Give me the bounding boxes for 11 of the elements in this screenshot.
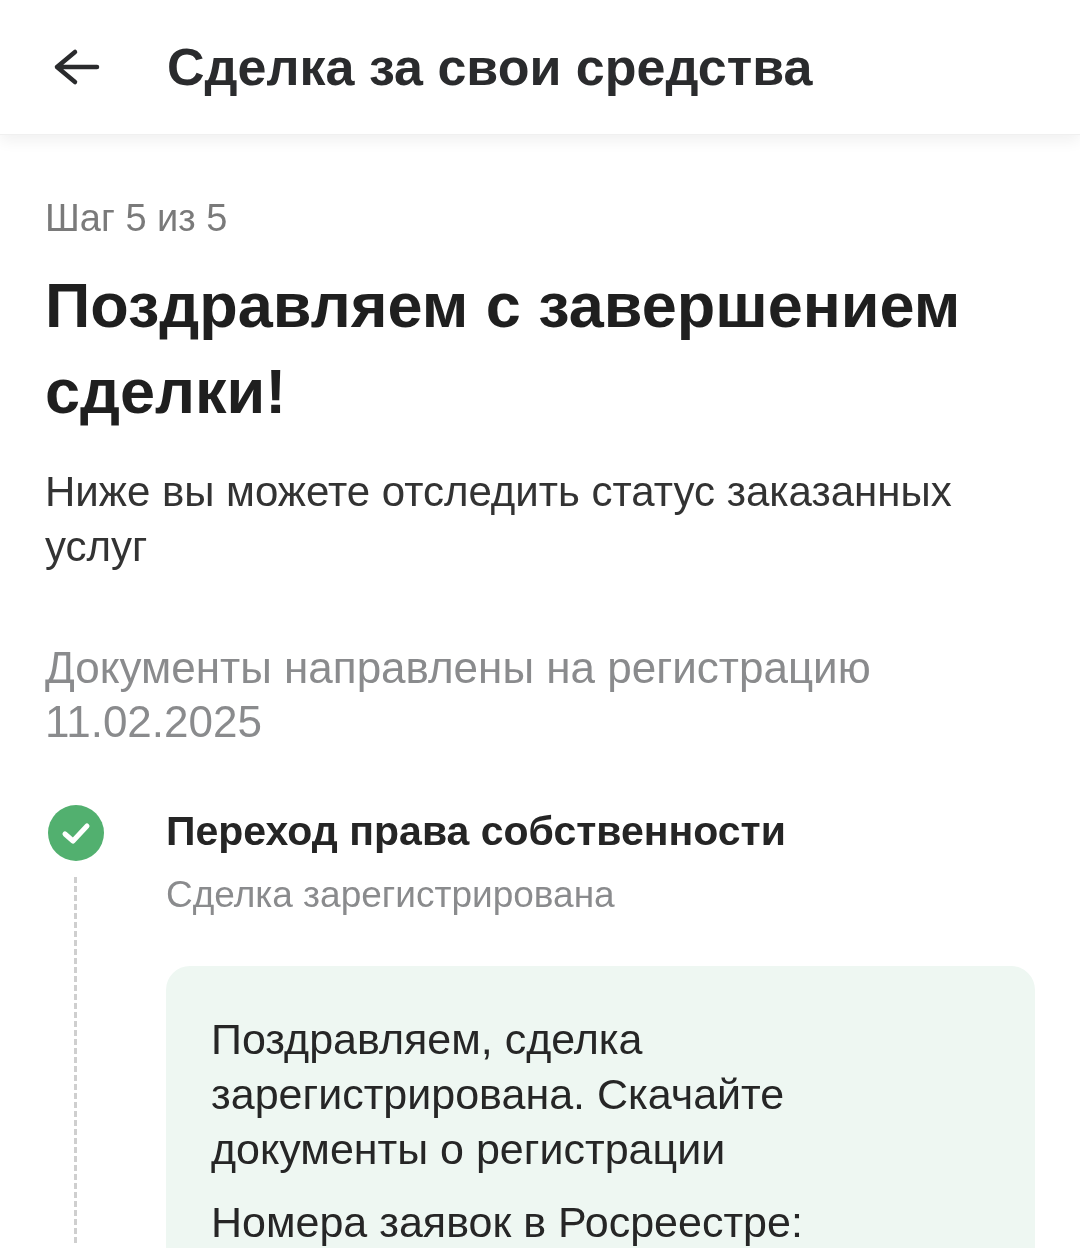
intro-text: Ниже вы можете отследить статус заказанных услуг [45, 467, 953, 572]
card-message: Поздравляем, сделка зарегистрирована. Скачайте документы о регистрации [211, 1014, 786, 1175]
status-note: Документы направлены на регистрацию 11.02.2025 [45, 642, 872, 748]
page-title: Сделка за свои средства [167, 36, 813, 98]
back-arrow-icon [52, 47, 102, 87]
back-button[interactable] [52, 47, 102, 87]
timeline-title: Переход права собственности [166, 807, 787, 856]
step-counter: Шаг 5 из 5 [45, 196, 229, 241]
timeline-subtitle: Сделка зарегистрирована [166, 873, 616, 917]
card-label: Номера заявок в Росреестре: [211, 1197, 804, 1248]
heading: Поздравляем с завершением сделки! [45, 269, 962, 428]
